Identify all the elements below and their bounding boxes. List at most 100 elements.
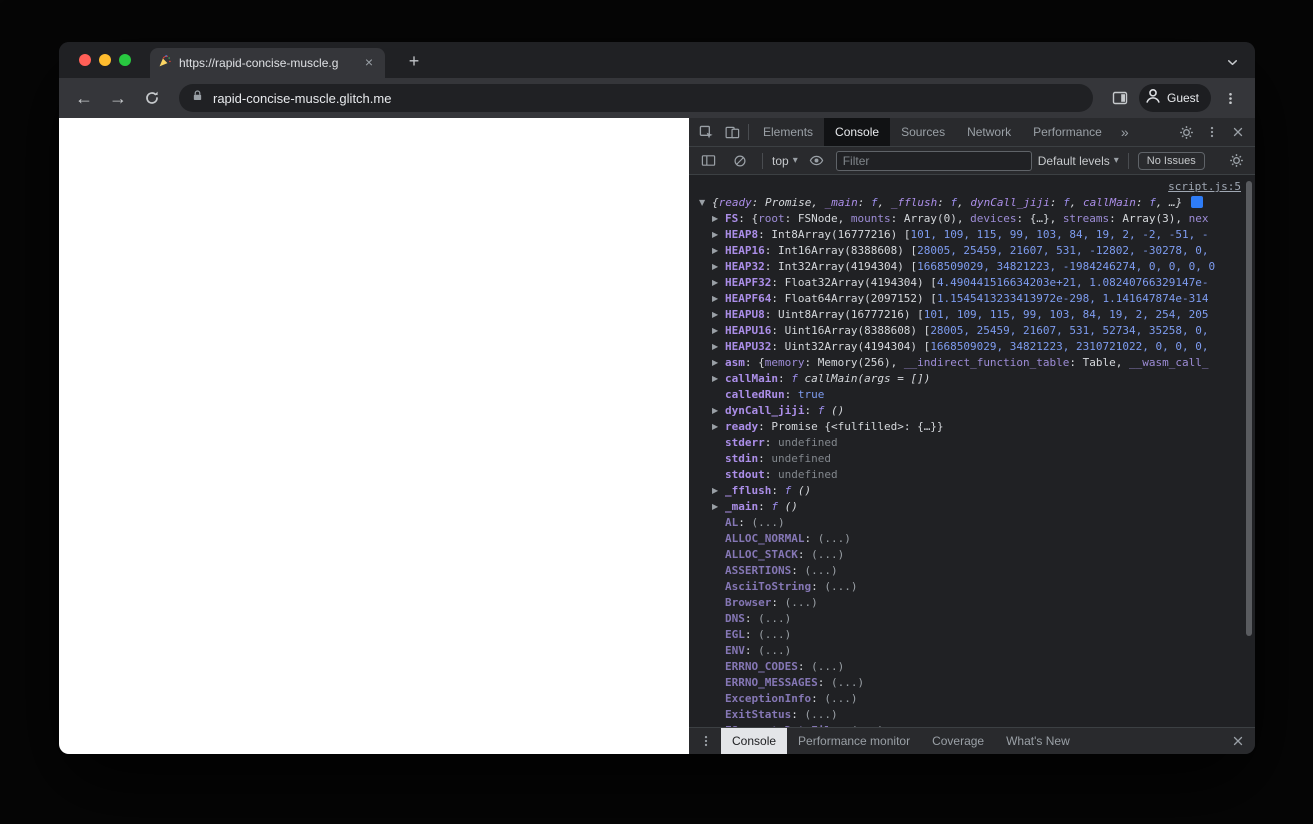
log-levels-selector[interactable]: Default levels ▾: [1038, 154, 1119, 168]
collapse-arrow-icon[interactable]: ▼: [699, 195, 712, 211]
expand-arrow-icon[interactable]: ▶: [712, 259, 725, 275]
source-link[interactable]: script.js:5: [1168, 180, 1241, 193]
new-tab-button[interactable]: +: [401, 49, 427, 75]
devtools-settings-gear-icon[interactable]: [1173, 119, 1199, 145]
drawer-tab-console[interactable]: Console: [721, 728, 788, 754]
console-scrollbar[interactable]: [1246, 181, 1252, 636]
console-line: ASSERTIONS: (...): [725, 564, 838, 577]
console-line: ENV: (...): [725, 644, 792, 657]
divider: [748, 124, 749, 140]
browser-toolbar: ← → rapid-concise-muscle.glitch.me Guest: [59, 78, 1255, 118]
drawer-tab-coverage[interactable]: Coverage: [921, 728, 995, 754]
devtools-tab-performance[interactable]: Performance: [1022, 118, 1113, 146]
devtools-tab-network[interactable]: Network: [956, 118, 1022, 146]
console-line: ▼ {ready: Promise, _main: f, _fflush: f, …: [689, 195, 1255, 211]
console-settings-gear-icon[interactable]: [1223, 148, 1249, 174]
tab-search-chevron-icon[interactable]: [1225, 55, 1241, 71]
console-line: ▶ HEAP8: Int8Array(16777216) [101, 109, 1…: [712, 227, 1209, 243]
console-sidebar-icon[interactable]: [695, 148, 721, 174]
browser-tab[interactable]: https://rapid-concise-muscle.g ×: [150, 48, 385, 78]
device-toolbar-icon[interactable]: [719, 119, 745, 145]
devtools-drawer: Console Performance monitor Coverage What's…: [689, 727, 1255, 754]
console-line: ▶ HEAPF64: Float64Array(2097152) [1.15454…: [712, 291, 1209, 307]
console-line: ▶ _fflush: f (): [712, 483, 812, 499]
drawer-menu-icon[interactable]: [693, 728, 719, 754]
console-line: ▶ asm: {memory: Memory(256), __indirect_f…: [712, 355, 1209, 371]
expand-arrow-icon[interactable]: ▶: [712, 339, 725, 355]
side-panel-icon[interactable]: [1105, 83, 1135, 113]
console-line: ▶ _main: f (): [712, 499, 798, 515]
page-content: [59, 118, 689, 754]
devtools-tab-sources[interactable]: Sources: [890, 118, 956, 146]
log-levels-label: Default levels: [1037, 153, 1110, 168]
console-line: ▶ HEAPF32: Float32Array(4194304) [4.49044…: [712, 275, 1209, 291]
drawer-tab-what-s-new[interactable]: What's New: [995, 728, 1081, 754]
expand-arrow-icon[interactable]: ▶: [712, 243, 725, 259]
clear-console-icon[interactable]: [727, 148, 753, 174]
console-line: calledRun: true: [725, 388, 825, 401]
party-popper-favicon-icon: [158, 54, 172, 73]
reload-button[interactable]: [137, 83, 167, 113]
tab-title: https://rapid-concise-muscle.g: [179, 56, 339, 70]
tab-strip: https://rapid-concise-muscle.g × +: [59, 42, 1255, 78]
console-line: ALLOC_NORMAL: (...): [725, 532, 851, 545]
expand-arrow-icon[interactable]: ▶: [712, 403, 725, 419]
avatar-icon: [1144, 87, 1162, 110]
devtools-close-icon[interactable]: [1225, 119, 1251, 145]
devtools-menu-icon[interactable]: [1199, 119, 1225, 145]
console-line: ▶ callMain: f callMain(args = []): [712, 371, 931, 387]
console-line: ▶ HEAPU8: Uint8Array(16777216) [101, 109,…: [712, 307, 1209, 323]
minimize-window-button[interactable]: [99, 54, 111, 66]
expand-arrow-icon[interactable]: ▶: [712, 323, 725, 339]
devtools-tabbar: Elements Console Sources Network Performance…: [689, 118, 1255, 147]
expand-arrow-icon[interactable]: ▶: [712, 275, 725, 291]
expand-arrow-icon[interactable]: ▶: [712, 419, 725, 435]
drawer-tab-performance-monitor[interactable]: Performance monitor: [787, 728, 921, 754]
expand-arrow-icon[interactable]: ▶: [712, 291, 725, 307]
live-expression-eye-icon[interactable]: [804, 148, 830, 174]
chevron-down-icon: ▾: [1113, 155, 1119, 166]
console-line: ▶ HEAPU32: Uint32Array(4194304) [16685090…: [712, 339, 1209, 355]
console-line: ERRNO_CODES: (...): [725, 660, 845, 673]
devtools-tab-elements[interactable]: Elements: [752, 118, 824, 146]
console-line: ▶ HEAPU16: Uint16Array(8388608) [28005, 2…: [712, 323, 1209, 339]
expand-arrow-icon[interactable]: ▶: [712, 499, 725, 515]
forward-button[interactable]: →: [103, 83, 133, 113]
expand-arrow-icon[interactable]: ▶: [712, 483, 725, 499]
lock-icon[interactable]: [191, 89, 204, 107]
browser-menu-icon[interactable]: [1215, 83, 1245, 113]
console-line: FS_createDataFile: (...): [689, 723, 1255, 727]
console-line: ▶ HEAP32: Int32Array(4194304) [1668509029…: [712, 259, 1216, 275]
tab-close-icon[interactable]: ×: [361, 55, 377, 71]
drawer-tabs: Console Performance monitor Coverage What's…: [721, 728, 1081, 754]
context-selector-label: top: [772, 153, 789, 168]
profile-chip[interactable]: Guest: [1138, 84, 1211, 112]
drawer-close-icon[interactable]: [1225, 728, 1251, 754]
address-bar[interactable]: rapid-concise-muscle.glitch.me: [179, 84, 1093, 112]
console-line: stdin: undefined: [725, 452, 831, 465]
back-button[interactable]: ←: [69, 83, 99, 113]
inspect-element-icon[interactable]: [693, 119, 719, 145]
console-line: ExceptionInfo: (...): [725, 692, 858, 705]
filter-input[interactable]: [835, 150, 1032, 171]
no-issues-button[interactable]: No Issues: [1137, 151, 1205, 170]
expand-arrow-icon[interactable]: ▶: [712, 227, 725, 243]
expand-arrow-icon[interactable]: ▶: [712, 355, 725, 371]
context-selector[interactable]: top ▾: [772, 154, 798, 168]
console-line: ExitStatus: (...): [725, 708, 838, 721]
devtools-tab-console[interactable]: Console: [824, 118, 891, 146]
window-controls: [79, 54, 131, 66]
devtools-panel-tabs: Elements Console Sources Network Performance: [752, 118, 1113, 146]
console-line: DNS: (...): [725, 612, 792, 625]
browser-window: https://rapid-concise-muscle.g × + ← → r…: [59, 42, 1255, 754]
console-line: ▶ dynCall_jiji: f (): [712, 403, 845, 419]
console-line: EGL: (...): [725, 628, 792, 641]
console-line: ▶ ready: Promise {<fulfilled>: {…}}: [712, 419, 944, 435]
expand-arrow-icon[interactable]: ▶: [712, 307, 725, 323]
more-panels-button[interactable]: »: [1113, 124, 1137, 140]
expand-arrow-icon[interactable]: ▶: [712, 371, 725, 387]
close-window-button[interactable]: [79, 54, 91, 66]
console-message-header: script.js:5: [689, 179, 1255, 195]
expand-arrow-icon[interactable]: ▶: [712, 211, 725, 227]
maximize-window-button[interactable]: [119, 54, 131, 66]
